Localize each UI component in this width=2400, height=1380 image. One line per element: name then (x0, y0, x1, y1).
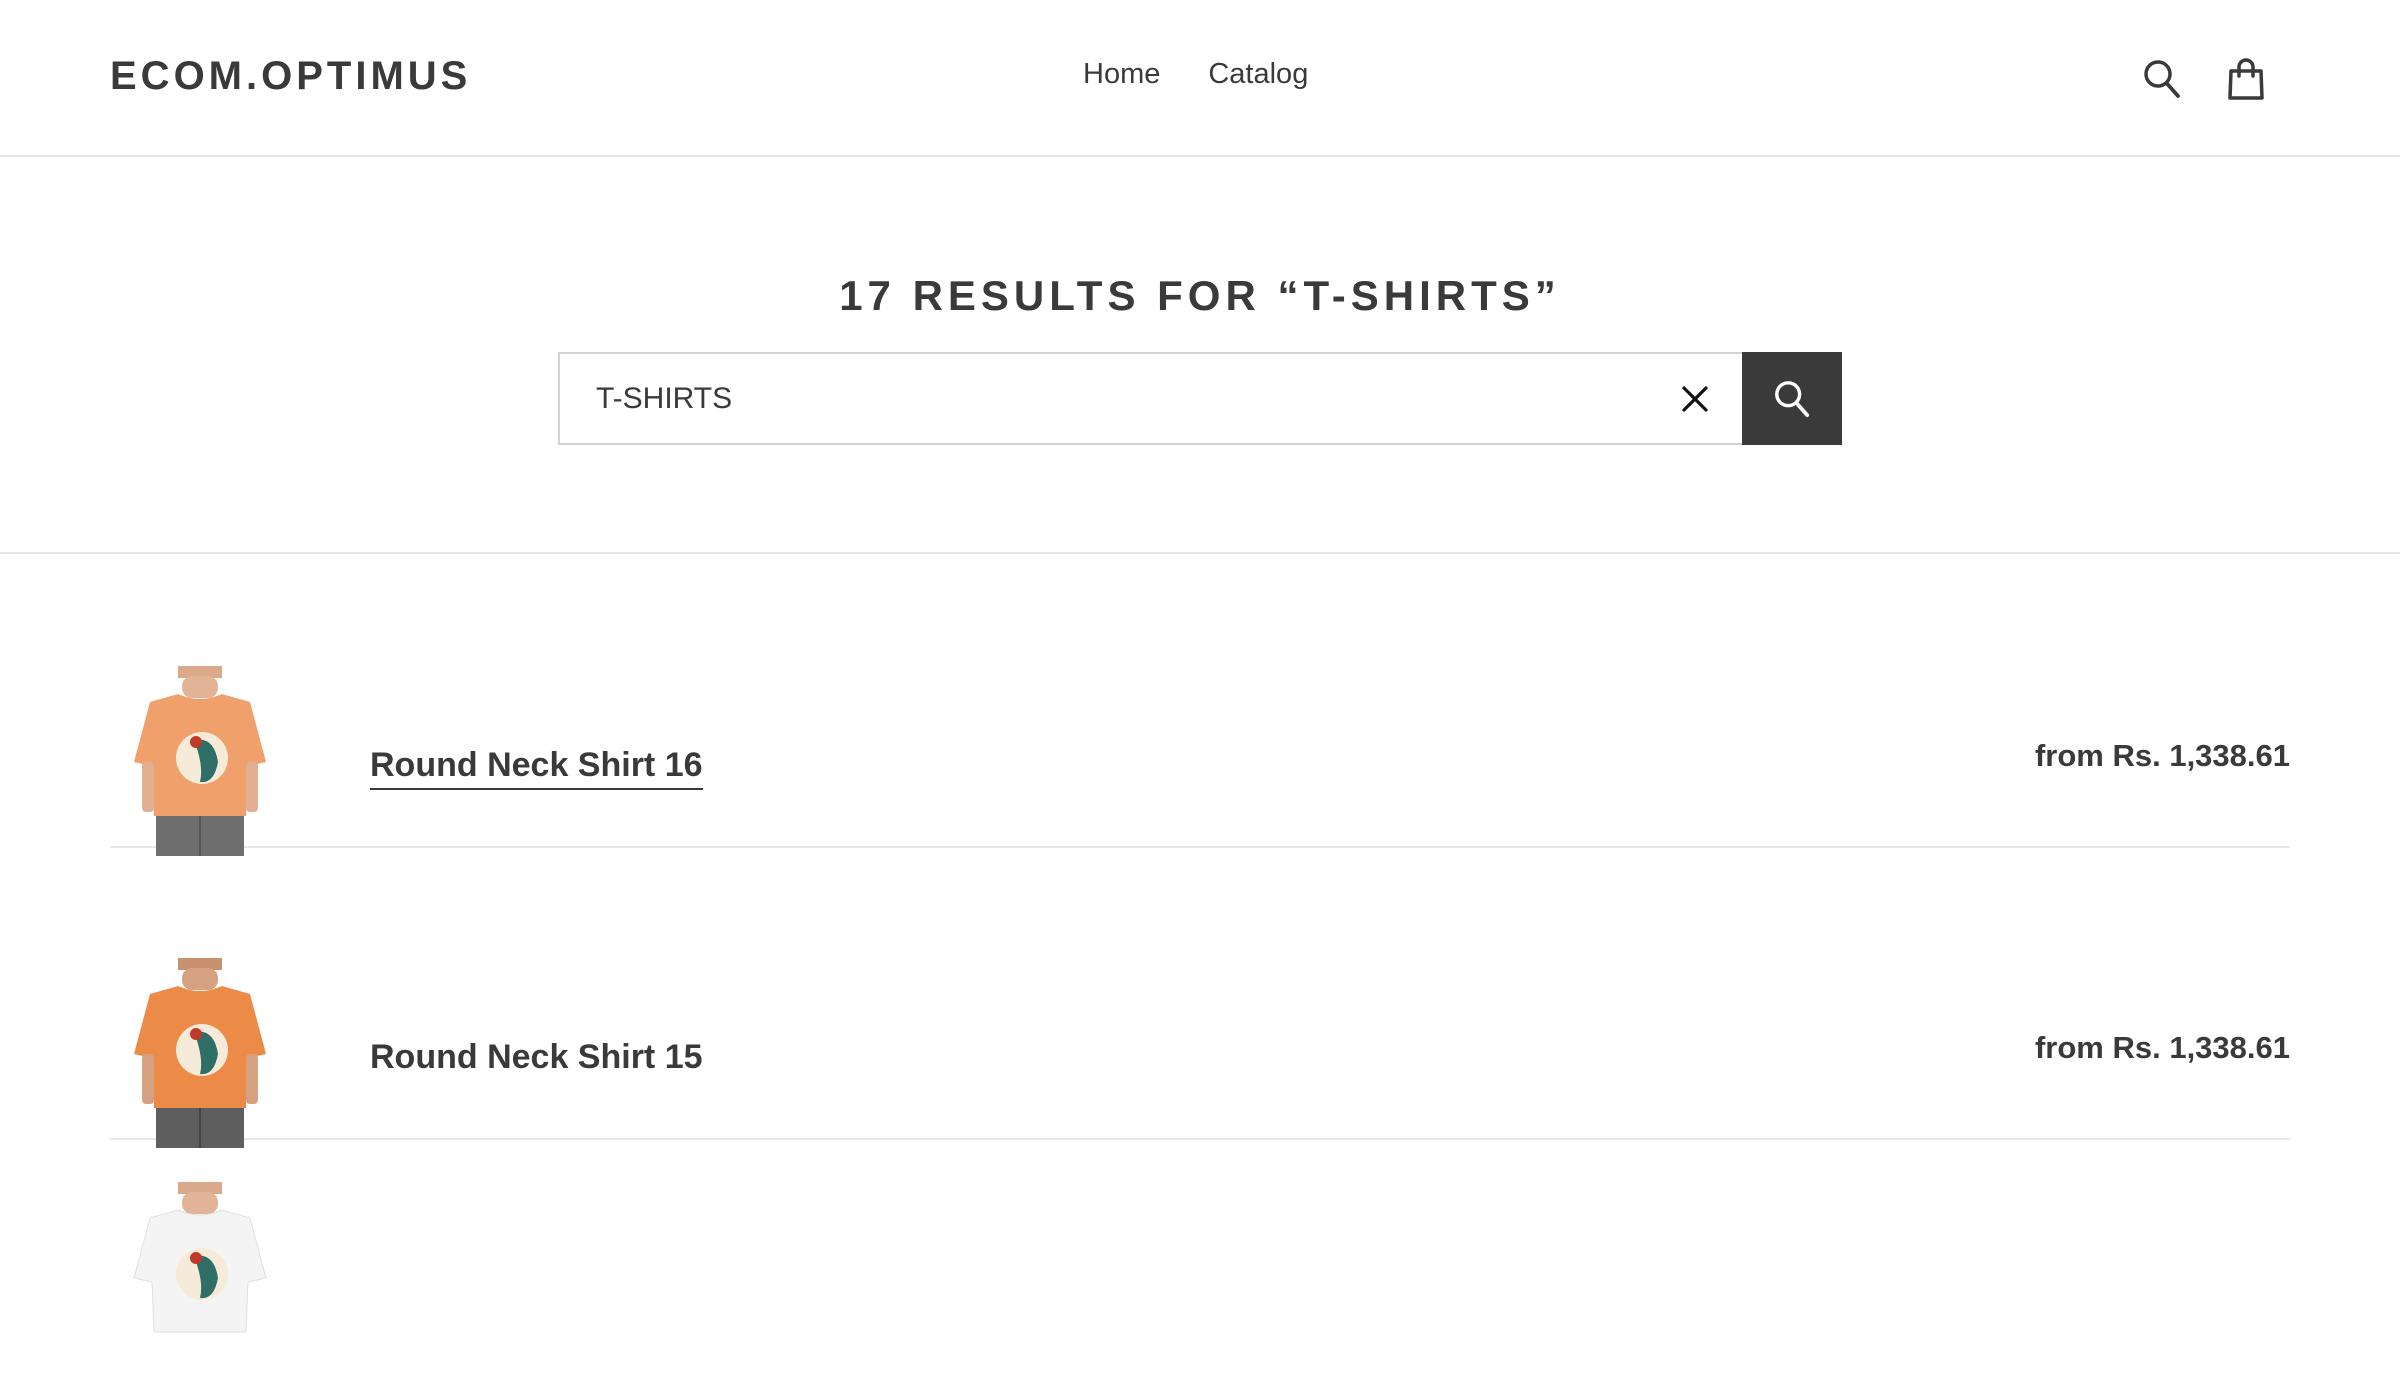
header-cart-button[interactable] (2224, 56, 2268, 102)
nav-catalog-link[interactable]: Catalog (1208, 60, 1308, 89)
search-icon (2144, 60, 2180, 98)
close-icon (1682, 386, 1708, 412)
header-search-button[interactable] (2140, 56, 2184, 102)
search-section: 17 RESULTS FOR “T-SHIRTS” (0, 157, 2400, 554)
result-row: Round Neck Shirt 16 from Rs. 1,338.61 (110, 556, 2290, 856)
store-logo[interactable]: ECOM.OPTIMUS (110, 56, 471, 96)
clear-search-button[interactable] (1676, 380, 1714, 418)
search-icon (1775, 380, 1810, 417)
product-title-link[interactable]: Round Neck Shirt 16 (370, 748, 703, 790)
header-icons (2140, 56, 2268, 102)
product-thumbnail[interactable] (110, 958, 290, 1148)
search-form (558, 352, 1842, 445)
search-input[interactable] (560, 354, 1742, 443)
results-title: 17 RESULTS FOR “T-SHIRTS” (839, 272, 1561, 319)
site-header: ECOM.OPTIMUS Home Catalog (0, 0, 2400, 157)
search-submit-button[interactable] (1742, 352, 1842, 445)
nav-home-link[interactable]: Home (1083, 60, 1160, 89)
product-title-link[interactable]: Round Neck Shirt 15 (370, 1040, 703, 1074)
product-price: from Rs. 1,338.61 (2034, 738, 2290, 773)
cart-icon (2228, 58, 2264, 100)
main-nav: Home Catalog (1083, 60, 1308, 89)
result-row: Round Neck Shirt 15 from Rs. 1,338.61 (110, 848, 2290, 1148)
product-price: from Rs. 1,338.61 (2034, 1030, 2290, 1065)
result-row (110, 1140, 2290, 1380)
product-thumbnail[interactable] (110, 666, 290, 856)
search-field (558, 352, 1742, 445)
product-thumbnail[interactable] (110, 1182, 290, 1372)
search-results-list: Round Neck Shirt 16 from Rs. 1,338.61 Ro… (110, 556, 2290, 1380)
